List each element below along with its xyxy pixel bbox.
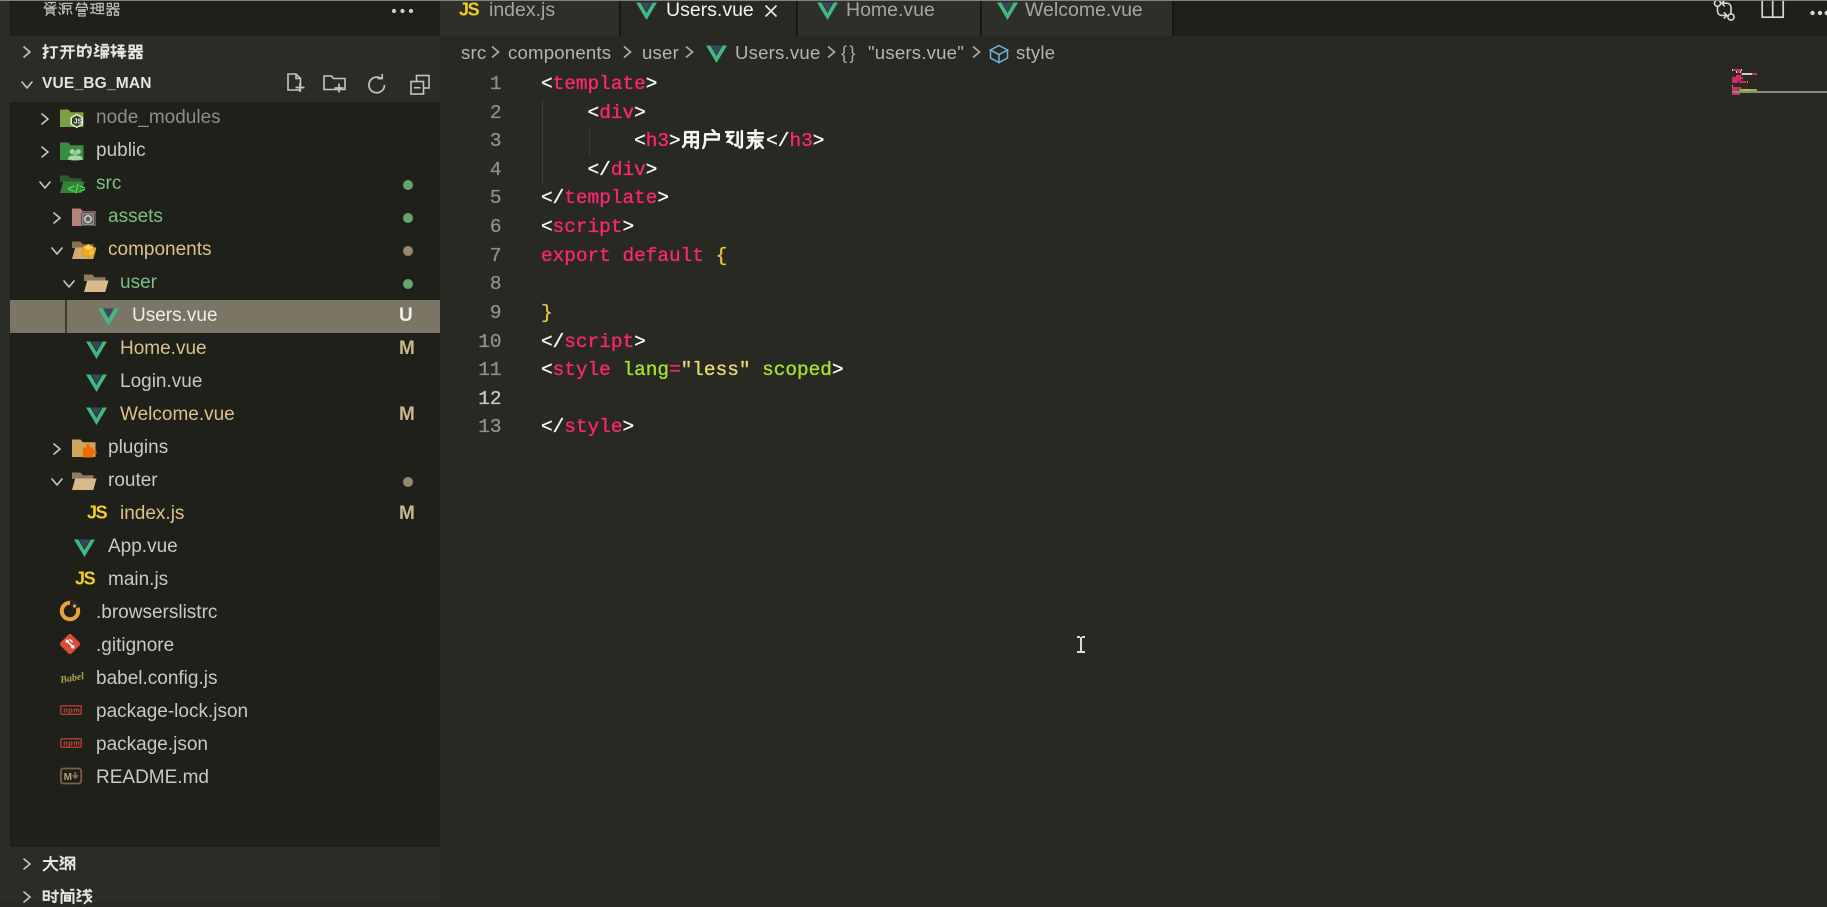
svg-text:Babel: Babel (59, 671, 85, 686)
svg-text:npm: npm (63, 739, 80, 748)
svg-text:npm: npm (63, 706, 80, 715)
svg-text:JS: JS (74, 119, 83, 126)
svg-text:M: M (64, 772, 72, 783)
svg-text:</>: </> (68, 181, 86, 196)
